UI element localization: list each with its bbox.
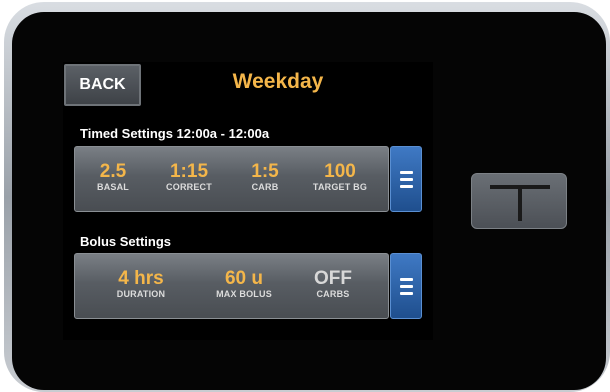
t-logo-icon xyxy=(490,185,550,221)
target-bg-cell: 100 TARGET BG xyxy=(300,161,380,193)
carb-label: CARB xyxy=(251,182,279,192)
timed-settings-menu-button[interactable] xyxy=(390,146,422,212)
home-button[interactable] xyxy=(471,173,567,229)
correct-label: CORRECT xyxy=(166,182,212,192)
back-button[interactable]: BACK xyxy=(64,64,141,106)
timed-settings-panel[interactable]: 2.5 BASAL 1:15 CORRECT 1:5 CARB 100 TARG… xyxy=(74,146,389,212)
duration-cell: 4 hrs DURATION xyxy=(99,268,183,300)
target-bg-value: 100 xyxy=(324,161,356,182)
max-bolus-cell: 60 u MAX BOLUS xyxy=(199,268,289,300)
bolus-settings-panel[interactable]: 4 hrs DURATION 60 u MAX BOLUS OFF CARBS xyxy=(74,253,389,319)
duration-label: DURATION xyxy=(116,289,166,299)
max-bolus-value: 60 u xyxy=(224,268,264,289)
carbs-value: OFF xyxy=(314,268,352,289)
timed-settings-heading: Timed Settings 12:00a - 12:00a xyxy=(80,126,270,141)
duration-value: 4 hrs xyxy=(118,268,164,289)
carbs-label: CARBS xyxy=(316,289,350,299)
bolus-settings-heading: Bolus Settings xyxy=(80,234,172,249)
hamburger-icon xyxy=(399,277,413,295)
target-bg-label: TARGET BG xyxy=(312,182,368,192)
carb-value: 1:5 xyxy=(251,161,279,182)
basal-cell: 2.5 BASAL xyxy=(83,161,143,193)
pump-device: BACK Weekday Timed Settings 12:00a - 12:… xyxy=(0,0,610,392)
basal-label: BASAL xyxy=(97,182,129,192)
correct-value: 1:15 xyxy=(169,161,209,182)
carb-cell: 1:5 CARB xyxy=(235,161,295,193)
basal-value: 2.5 xyxy=(99,161,127,182)
bolus-settings-menu-button[interactable] xyxy=(390,253,422,319)
max-bolus-label: MAX BOLUS xyxy=(216,289,272,299)
page-title: Weekday xyxy=(232,70,324,93)
carbs-cell: OFF CARBS xyxy=(300,268,366,300)
hamburger-icon xyxy=(399,170,413,188)
correct-cell: 1:15 CORRECT xyxy=(150,161,228,193)
touch-screen: BACK Weekday Timed Settings 12:00a - 12:… xyxy=(63,62,433,340)
